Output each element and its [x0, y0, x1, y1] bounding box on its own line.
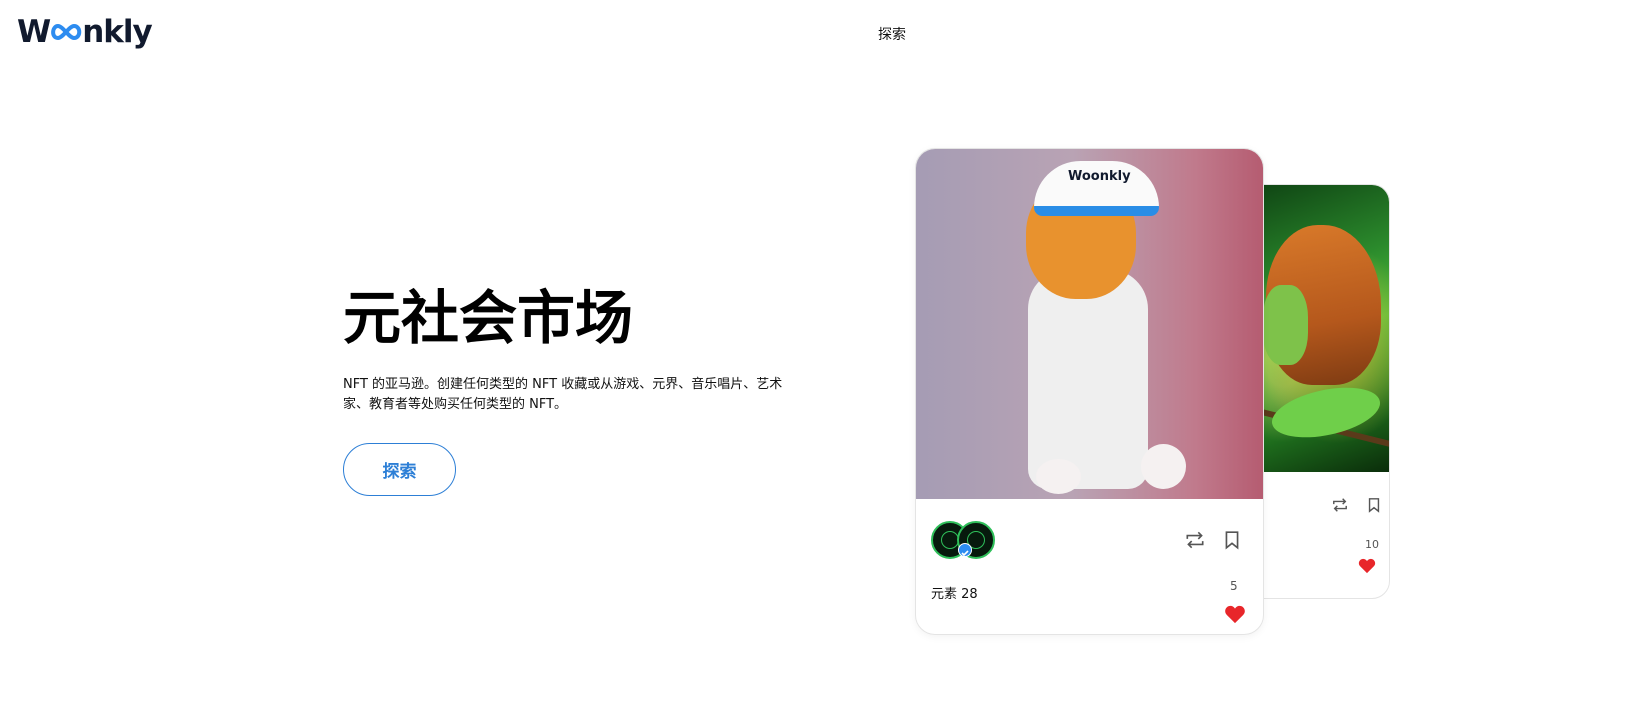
hero-title: 元社会市场	[343, 284, 634, 352]
card-actions	[1184, 530, 1240, 554]
like-count: 5	[1230, 579, 1238, 593]
nft-card-primary[interactable]: Woonkly 元素 28 5	[915, 148, 1264, 635]
page: W nkly 探索 元社会市场 NFT 的亚马逊。创建任何类型的 NFT 收藏或…	[0, 0, 1652, 719]
artwork-slipper-right	[1141, 444, 1186, 489]
heart-icon[interactable]	[1224, 605, 1246, 628]
artwork-slipper-left	[1036, 459, 1081, 494]
logo-text-end: nkly	[82, 14, 153, 50]
owner-avatars[interactable]	[931, 521, 997, 559]
like-count: 10	[1365, 538, 1379, 551]
nav-explore-link[interactable]: 探索	[878, 24, 906, 44]
repost-icon[interactable]	[1331, 497, 1349, 517]
artwork-face	[1263, 285, 1308, 365]
heart-icon[interactable]	[1358, 558, 1376, 578]
repost-icon[interactable]	[1184, 530, 1206, 554]
explore-button[interactable]: 探索	[343, 443, 456, 496]
artwork-figure-body	[1028, 269, 1148, 489]
bookmark-icon[interactable]	[1367, 497, 1381, 517]
woonkly-logo[interactable]: W nkly	[17, 14, 153, 50]
bookmark-icon[interactable]	[1224, 530, 1240, 554]
nft-title[interactable]: 元素 28	[931, 583, 978, 602]
logo-text-start: W	[17, 14, 51, 50]
verified-badge-icon	[958, 543, 972, 557]
nft-image-figure[interactable]: Woonkly	[916, 149, 1263, 499]
artwork-cap-text: Woonkly	[1068, 169, 1131, 184]
card-actions	[1331, 497, 1381, 517]
hero-description: NFT 的亚马逊。创建任何类型的 NFT 收藏或从游戏、元界、音乐唱片、艺术家、…	[343, 377, 783, 412]
logo-infinity-icon	[49, 14, 83, 50]
